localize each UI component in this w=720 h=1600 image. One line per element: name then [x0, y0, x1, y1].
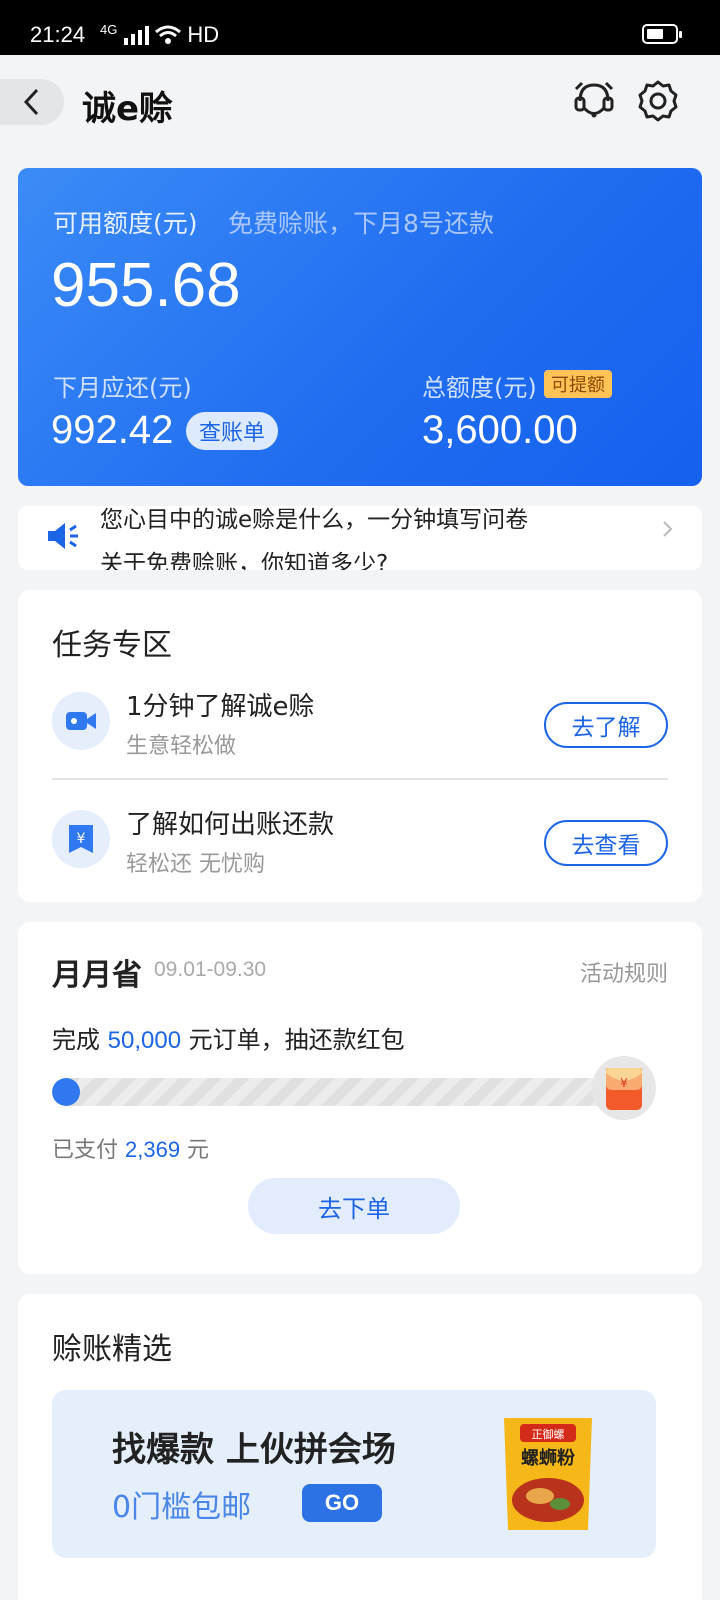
next-due-label: 下月应还(元) [53, 374, 192, 402]
speaker-icon [48, 523, 78, 549]
available-credit-amount: 955.68 [51, 251, 241, 320]
featured-title: 赊账精选 [52, 1332, 172, 1367]
gear-icon [638, 80, 678, 122]
nav-bar: 诚e赊 [0, 55, 720, 150]
total-credit-amount: 3,600.00 [422, 408, 578, 452]
signal-icon [124, 26, 150, 45]
monthly-title: 月月省 [52, 958, 142, 993]
activity-date-range: 09.01-09.30 [154, 958, 267, 981]
task-subtitle: 生意轻松做 [126, 734, 237, 759]
raise-limit-badge[interactable]: 可提额 [544, 370, 612, 398]
customer-service-icon [574, 81, 614, 118]
hd-label: HD [187, 22, 220, 47]
task-title: 1分钟了解诚e赊 [126, 692, 315, 722]
place-order-button[interactable]: 去下单 [248, 1178, 460, 1234]
chevron-right-icon [663, 521, 673, 537]
monthly-goal-text: 完成 50,000 元订单，抽还款红包 [52, 1026, 405, 1054]
customer-service-button[interactable] [570, 77, 618, 125]
svg-text:¥: ¥ [620, 1076, 628, 1090]
divider [52, 778, 668, 780]
activity-rules-link[interactable]: 活动规则 [580, 956, 668, 988]
status-time: 21:24 [30, 22, 86, 47]
task-item-repayment: ¥ 了解如何出账还款 轻松还 无忧购 去查看 [52, 800, 668, 890]
next-due-amount: 992.42 [51, 408, 174, 452]
page-title: 诚e赊 [82, 89, 174, 129]
progress-fill [52, 1078, 80, 1106]
go-button[interactable]: GO [302, 1484, 382, 1522]
status-signal: 4G HD [100, 22, 219, 48]
repayment-hint: 免费赊账，下月8号还款 [228, 209, 494, 238]
chevron-left-icon [23, 88, 39, 116]
credit-summary-card: 可用额度(元) 免费赊账，下月8号还款 955.68 下月应还(元) 992.4… [18, 168, 702, 486]
back-button[interactable] [0, 79, 64, 125]
network-type: 4G [100, 21, 118, 37]
task-zone-title: 任务专区 [52, 628, 172, 663]
notice-banner[interactable]: 您心目中的诚e赊是什么，一分钟填写问卷 关于免费赊账，你知道多少? [18, 506, 702, 570]
featured-card: 赊账精选 找爆款 上伙拼会场 0门槛包邮 GO 正御螺 螺蛳粉 [18, 1294, 702, 1600]
task-zone-card: 任务专区 1分钟了解诚e赊 生意轻松做 去了解 ¥ 了解如何出账还款 轻松还 无… [18, 590, 702, 902]
video-icon [52, 692, 110, 750]
product-image: 正御螺 螺蛳粉 [504, 1418, 592, 1530]
banner-subtitle: 0门槛包邮 [112, 1490, 252, 1525]
promo-banner[interactable]: 找爆款 上伙拼会场 0门槛包邮 GO 正御螺 螺蛳粉 [52, 1390, 656, 1558]
notice-text-2: 关于免费赊账，你知道多少? [100, 551, 389, 570]
total-credit-label: 总额度(元) [422, 374, 537, 402]
product-brand: 正御螺 [532, 1427, 565, 1441]
settings-button[interactable] [634, 77, 682, 125]
wifi-icon [155, 25, 182, 44]
view-bill-button[interactable]: 查账单 [186, 412, 278, 450]
task-item-learn: 1分钟了解诚e赊 生意轻松做 去了解 [52, 682, 668, 772]
monthly-savings-card: 月月省 09.01-09.30 活动规则 完成 50,000 元订单，抽还款红包… [18, 922, 702, 1274]
available-credit-label: 可用额度(元) [53, 209, 198, 238]
svg-text:¥: ¥ [77, 831, 86, 847]
battery-icon [642, 24, 682, 44]
notice-text-1: 您心目中的诚e赊是什么，一分钟填写问卷 [100, 507, 529, 533]
status-bar: 21:24 4G HD [0, 0, 720, 55]
learn-more-button[interactable]: 去了解 [544, 702, 668, 748]
task-title: 了解如何出账还款 [126, 810, 335, 840]
product-name: 螺蛳粉 [521, 1447, 575, 1469]
view-details-button[interactable]: 去查看 [544, 820, 668, 866]
paid-amount: 2,369 [125, 1137, 181, 1162]
red-packet-icon: ¥ [592, 1056, 656, 1120]
banner-title: 找爆款 上伙拼会场 [112, 1430, 396, 1470]
progress-bar [52, 1078, 612, 1106]
task-subtitle: 轻松还 无忧购 [126, 852, 265, 877]
yuan-bill-icon: ¥ [52, 810, 110, 868]
paid-amount-text: 已支付 2,369 元 [52, 1137, 210, 1163]
target-amount: 50,000 [107, 1027, 182, 1054]
